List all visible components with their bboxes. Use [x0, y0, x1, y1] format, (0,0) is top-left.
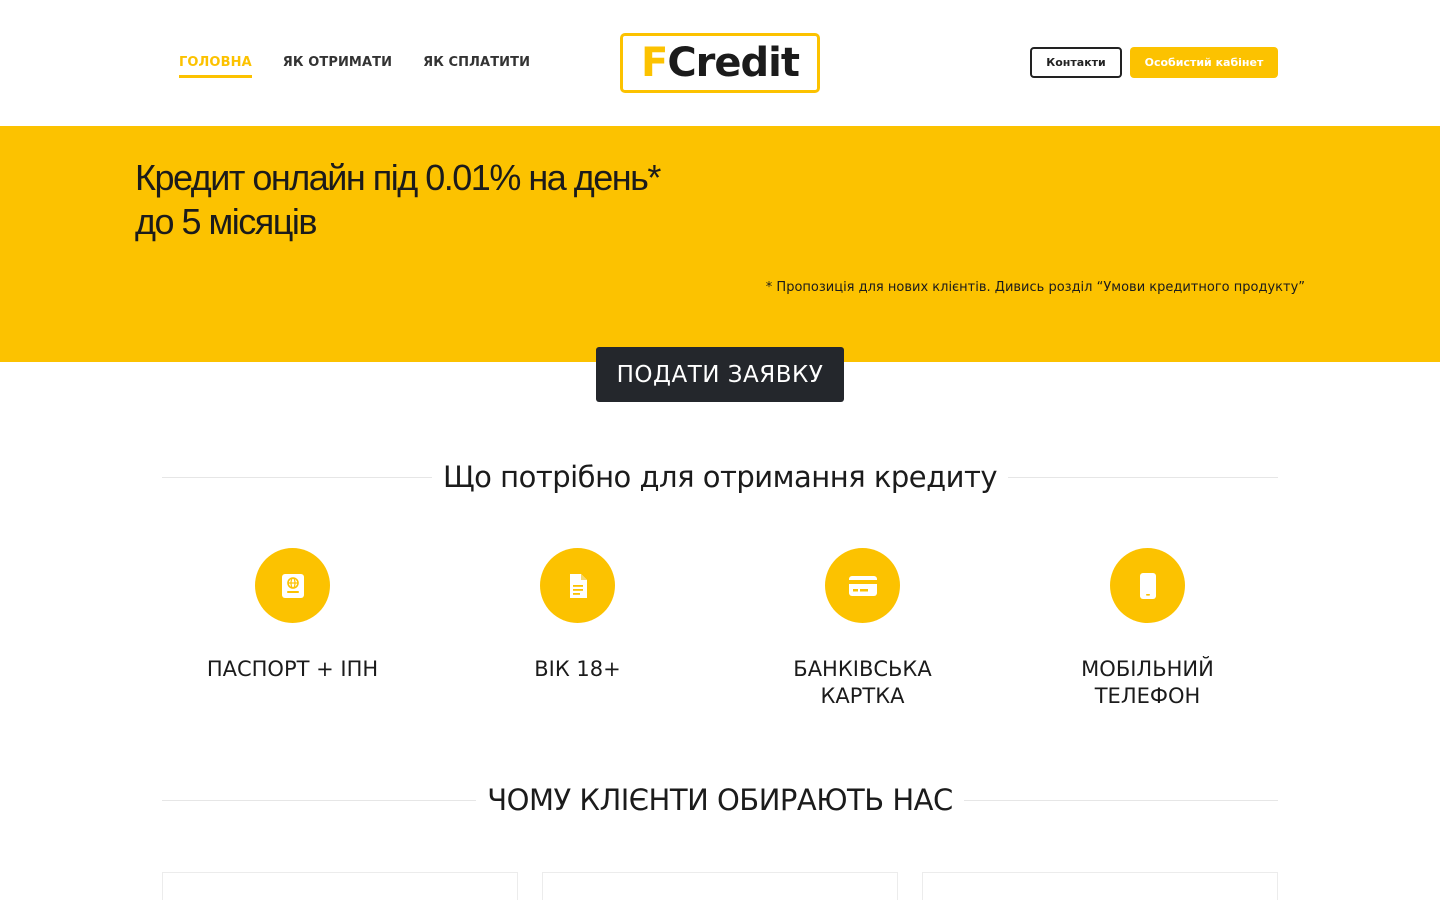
requirement-label: БАНКІВСЬКА КАРТКА — [793, 656, 931, 710]
why-us-heading: ЧОМУ КЛІЄНТИ ОБИРАЮТЬ НАС — [162, 783, 1278, 817]
nav-how-to-get[interactable]: ЯК ОТРИМАТИ — [283, 55, 392, 78]
requirements-title: Що потрібно для отримання кредиту — [442, 460, 998, 494]
site-header: ГОЛОВНА ЯК ОТРИМАТИ ЯК СПЛАТИТИ F Credit … — [0, 0, 1440, 126]
requirement-passport: ПАСПОРТ + ІПН — [150, 548, 435, 683]
why-us-title: ЧОМУ КЛІЄНТИ ОБИРАЮТЬ НАС — [487, 783, 953, 817]
nav-home[interactable]: ГОЛОВНА — [179, 55, 252, 78]
hero-banner: Кредит онлайн під 0.01% на день* до 5 мі… — [0, 126, 1440, 362]
requirement-label: ВІК 18+ — [534, 656, 621, 683]
main-nav: ГОЛОВНА ЯК ОТРИМАТИ ЯК СПЛАТИТИ — [179, 55, 530, 78]
benefit-card — [162, 872, 518, 900]
contacts-button[interactable]: Контакти — [1030, 47, 1122, 78]
benefit-card — [542, 872, 898, 900]
requirement-mobile: МОБІЛЬНИЙ ТЕЛЕФОН — [1005, 548, 1290, 710]
requirements-heading: Що потрібно для отримання кредиту — [162, 460, 1279, 494]
fcredit-logo[interactable]: F Credit — [620, 33, 820, 93]
benefit-card — [922, 872, 1278, 900]
hero-title-line2: до 5 місяців — [135, 201, 318, 242]
requirement-label: ПАСПОРТ + ІПН — [207, 656, 378, 683]
requirement-age: ВІК 18+ — [435, 548, 720, 683]
divider-right — [963, 799, 1278, 801]
requirement-label-line1: ПАСПОРТ + ІПН — [206, 657, 379, 681]
requirement-label-line2: КАРТКА — [820, 684, 905, 708]
hero-footnote: * Пропозиція для нових клієнтів. Дивись … — [765, 280, 1305, 295]
hero-title: Кредит онлайн під 0.01% на день* до 5 мі… — [135, 156, 661, 244]
requirement-label-line2: ТЕЛЕФОН — [1094, 684, 1201, 708]
requirement-label-line1: ВІК 18+ — [534, 657, 621, 681]
personal-cabinet-button[interactable]: Особистий кабінет — [1130, 47, 1278, 78]
divider-left — [162, 799, 477, 801]
passport-icon — [255, 548, 330, 623]
divider-left — [162, 476, 432, 478]
hero-title-line1: Кредит онлайн під 0.01% на день* — [135, 157, 661, 198]
credit-card-icon — [825, 548, 900, 623]
apply-button[interactable]: ПОДАТИ ЗАЯВКУ — [596, 347, 844, 402]
logo-text: Credit — [667, 40, 800, 86]
mobile-phone-icon — [1110, 548, 1185, 623]
requirement-bank-card: БАНКІВСЬКА КАРТКА — [720, 548, 1005, 710]
requirement-label: МОБІЛЬНИЙ ТЕЛЕФОН — [1081, 656, 1214, 710]
document-icon — [540, 548, 615, 623]
nav-how-to-pay[interactable]: ЯК СПЛАТИТИ — [423, 55, 530, 78]
requirement-label-line1: БАНКІВСЬКА — [793, 657, 932, 681]
divider-right — [1008, 476, 1279, 478]
requirement-label-line1: МОБІЛЬНИЙ — [1081, 657, 1214, 681]
logo-letter-f: F — [640, 40, 668, 86]
